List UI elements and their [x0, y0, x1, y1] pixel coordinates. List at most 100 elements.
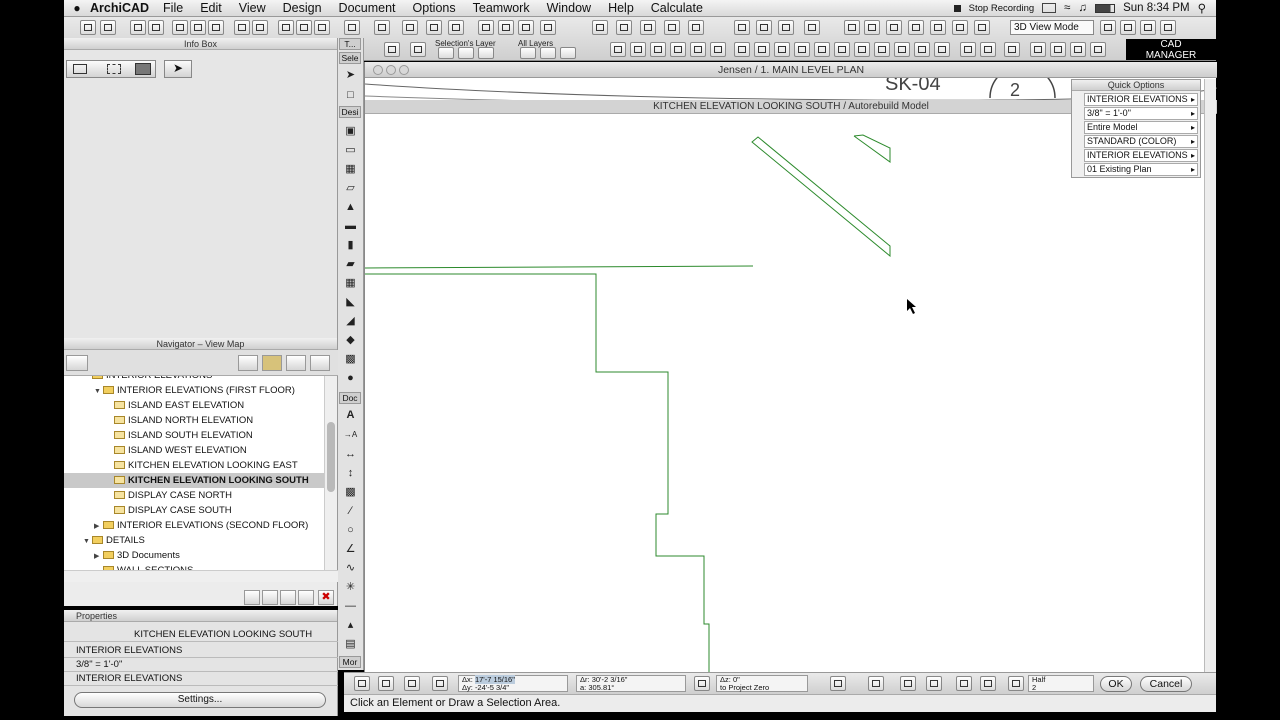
redo-button[interactable]: [252, 20, 268, 35]
snap-button[interactable]: [518, 20, 534, 35]
dy-value[interactable]: -24'-5 3/4": [475, 683, 509, 692]
tree-item[interactable]: DISPLAY CASE NORTH: [64, 488, 324, 503]
intersect-button[interactable]: [894, 42, 910, 57]
align-left-button[interactable]: [610, 42, 626, 57]
project-zero-label[interactable]: to Project Zero: [720, 684, 807, 692]
pen-button[interactable]: [804, 20, 820, 35]
multiply-button[interactable]: [1030, 42, 1046, 57]
object-tool-icon[interactable]: ▩: [343, 352, 358, 366]
stop-recording-icon[interactable]: [953, 4, 961, 12]
elevate-button[interactable]: [1004, 42, 1020, 57]
rectangle-selection-icon[interactable]: [107, 64, 121, 74]
selection-layer-lock-button[interactable]: [458, 47, 474, 59]
elevation-geometry[interactable]: [365, 134, 891, 672]
menu-options[interactable]: Options: [413, 1, 456, 15]
line-tool-icon[interactable]: ∕: [343, 504, 358, 518]
layer-button[interactable]: [344, 20, 360, 35]
grid-snap-button[interactable]: [404, 676, 420, 691]
menu-calculate[interactable]: Calculate: [651, 1, 703, 15]
tree-item[interactable]: ISLAND WEST ELEVATION: [64, 443, 324, 458]
clock[interactable]: Sun 8:34 PM: [1123, 2, 1189, 14]
perpendicular-button[interactable]: [688, 20, 704, 35]
all-layers-solid-button[interactable]: [560, 47, 576, 59]
quick-option-layer[interactable]: INTERIOR ELEVATIONS: [1084, 93, 1198, 106]
syringe-button[interactable]: [314, 20, 330, 35]
slab-tool-icon[interactable]: ▰: [343, 257, 358, 271]
print-button[interactable]: [148, 20, 164, 35]
copy-button[interactable]: [190, 20, 206, 35]
layer-combo-button[interactable]: [410, 42, 426, 57]
fillet-button[interactable]: [914, 42, 930, 57]
fit-in-window-button[interactable]: [670, 42, 686, 57]
properties-name-field[interactable]: KITCHEN ELEVATION LOOKING SOUTH: [64, 628, 338, 642]
disclosure-open-icon[interactable]: ▼: [83, 534, 92, 549]
arrange-button[interactable]: [374, 20, 390, 35]
disclosure-closed-icon[interactable]: ▶: [94, 549, 103, 564]
guide-button[interactable]: [592, 20, 608, 35]
new-folder-button[interactable]: [244, 590, 260, 605]
layer-settings-button[interactable]: [384, 42, 400, 57]
next-zoom-button[interactable]: [710, 42, 726, 57]
arc-button[interactable]: [734, 20, 750, 35]
menu-design[interactable]: Design: [283, 1, 322, 15]
ok-button[interactable]: OK: [1100, 676, 1132, 692]
snap-option-button[interactable]: [926, 676, 942, 691]
pin-button[interactable]: [844, 20, 860, 35]
hotspot-tool-icon[interactable]: ✳: [343, 580, 358, 594]
view-map-button[interactable]: [262, 355, 282, 371]
skylight-tool-icon[interactable]: ◢: [343, 314, 358, 328]
figure-tool-icon[interactable]: —: [343, 599, 358, 613]
guide-lines-button[interactable]: [868, 676, 884, 691]
menu-edit[interactable]: Edit: [200, 1, 222, 15]
roof-tool-icon[interactable]: ▲: [343, 200, 358, 214]
special-snap-button[interactable]: [900, 676, 916, 691]
menu-file[interactable]: File: [163, 1, 183, 15]
toolbox-select-section[interactable]: Sele: [339, 52, 361, 64]
zoom-out-button[interactable]: [650, 42, 666, 57]
section-button[interactable]: [864, 20, 880, 35]
lamp-tool-icon[interactable]: ●: [343, 371, 358, 385]
selection-layer-hide-button[interactable]: [438, 47, 454, 59]
menu-help[interactable]: Help: [608, 1, 634, 15]
toolbox-document-section[interactable]: Doc: [339, 392, 361, 404]
tree-item[interactable]: DISPLAY CASE SOUTH: [64, 503, 324, 518]
fill-tool-icon[interactable]: ▩: [343, 485, 358, 499]
open-file-button[interactable]: [100, 20, 116, 35]
quick-option-renovation[interactable]: 01 Existing Plan: [1084, 163, 1198, 176]
elevation-button[interactable]: [886, 20, 902, 35]
wifi-icon[interactable]: ≈: [1064, 2, 1070, 14]
lock-button[interactable]: [402, 20, 418, 35]
menu-app-name[interactable]: ArchiCAD: [90, 1, 149, 15]
battery-icon[interactable]: [1095, 3, 1116, 13]
relative-construction-button[interactable]: [432, 676, 448, 691]
rotated-rectangle-selection-icon[interactable]: [135, 63, 151, 75]
save-view-button[interactable]: [280, 590, 296, 605]
mirror-button[interactable]: [774, 42, 790, 57]
arrow-selection-button[interactable]: ➤: [164, 60, 192, 78]
polar-field[interactable]: Δr: 30'-2 3/16" a: 305.81°: [576, 675, 686, 692]
section-tool-icon[interactable]: ▤: [343, 637, 358, 651]
offset-button[interactable]: [794, 42, 810, 57]
disclosure-open-icon[interactable]: ▼: [94, 384, 103, 399]
cabinet-slope-outline[interactable]: [751, 136, 891, 258]
properties-scale[interactable]: 3/8" = 1'-0": [64, 658, 338, 672]
tree-item[interactable]: ▶ 3D Documents: [64, 548, 324, 563]
stop-recording-label[interactable]: Stop Recording: [969, 3, 1034, 14]
beam-tool-icon[interactable]: ▬: [343, 219, 358, 233]
cancel-button[interactable]: Cancel: [1140, 676, 1192, 692]
menu-window[interactable]: Window: [547, 1, 591, 15]
tree-item[interactable]: ISLAND SOUTH ELEVATION: [64, 428, 324, 443]
quick-option-structural[interactable]: Entire Model: [1084, 121, 1198, 134]
zoom-in-button[interactable]: [630, 42, 646, 57]
resize-button[interactable]: [834, 42, 850, 57]
quick-option-model-view[interactable]: INTERIOR ELEVATIONS: [1084, 149, 1198, 162]
curtain-wall-tool-icon[interactable]: ▦: [343, 276, 358, 290]
tree-item[interactable]: WALL SECTIONS: [64, 563, 324, 570]
tangent-button[interactable]: [756, 20, 772, 35]
quick-option-scale[interactable]: 3/8" = 1'-0": [1084, 107, 1198, 120]
dimension-tool-icon[interactable]: ↔: [343, 447, 358, 461]
toolbox-more-section[interactable]: Mor: [339, 656, 361, 668]
menu-view[interactable]: View: [239, 1, 266, 15]
tree-item[interactable]: KITCHEN ELEVATION LOOKING SOUTH: [64, 473, 324, 488]
undo-button[interactable]: [234, 20, 250, 35]
